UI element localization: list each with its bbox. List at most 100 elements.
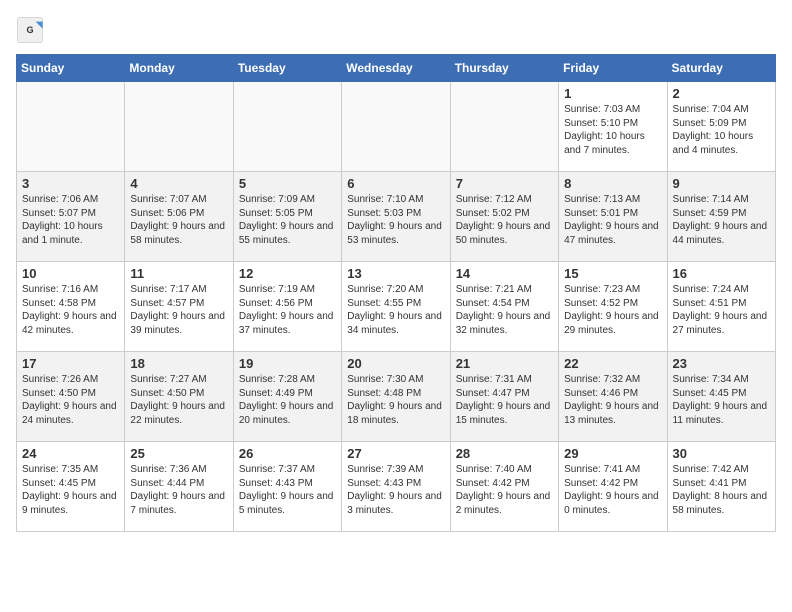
day-number: 22 <box>564 356 661 371</box>
calendar-day: 18Sunrise: 7:27 AM Sunset: 4:50 PM Dayli… <box>125 352 233 442</box>
calendar-body: 1 Sunrise: 7:03 AM Sunset: 5:10 PM Daylig… <box>17 82 776 532</box>
calendar-day: 17 Sunrise: 7:26 AM Sunset: 4:50 PM Dayli… <box>17 352 125 442</box>
day-info: Sunrise: 7:24 AM Sunset: 4:51 PM Dayligh… <box>673 283 770 337</box>
calendar-day <box>342 82 450 172</box>
calendar-day: 13 Sunrise: 7:20 AM Sunset: 4:55 PM Dayli… <box>342 262 450 352</box>
day-info: Sunrise: 7:21 AM Sunset: 4:54 PM Dayligh… <box>456 283 553 337</box>
day-info: Sunrise: 7:04 AM Sunset: 5:09 PM Dayligh… <box>673 103 770 157</box>
page-header: G <box>16 16 776 44</box>
day-info: Sunrise: 7:39 AM Sunset: 4:43 PM Dayligh… <box>347 463 444 517</box>
calendar-day: 28 Sunrise: 7:40 AM Sunset: 4:42 PM Dayli… <box>450 442 558 532</box>
calendar-day: 1 Sunrise: 7:03 AM Sunset: 5:10 PM Daylig… <box>559 82 667 172</box>
day-number: 23 <box>673 356 770 371</box>
day-info: Sunrise: 7:27 AM Sunset: 4:50 PM Dayligh… <box>130 373 227 427</box>
day-info: Sunrise: 7:09 AM Sunset: 5:05 PM Dayligh… <box>239 193 336 247</box>
day-number: 21 <box>456 356 553 371</box>
day-info: Sunrise: 7:16 AM Sunset: 4:58 PM Dayligh… <box>22 283 119 337</box>
day-number: 30 <box>673 446 770 461</box>
calendar-day: 23Sunrise: 7:34 AM Sunset: 4:45 PM Dayli… <box>667 352 775 442</box>
calendar-day: 15Sunrise: 7:23 AM Sunset: 4:52 PM Dayli… <box>559 262 667 352</box>
calendar-day: 20 Sunrise: 7:30 AM Sunset: 4:48 PM Dayli… <box>342 352 450 442</box>
calendar-week-row: 3 Sunrise: 7:06 AM Sunset: 5:07 PM Daylig… <box>17 172 776 262</box>
day-number: 28 <box>456 446 553 461</box>
calendar-week-row: 17 Sunrise: 7:26 AM Sunset: 4:50 PM Dayli… <box>17 352 776 442</box>
day-info: Sunrise: 7:10 AM Sunset: 5:03 PM Dayligh… <box>347 193 444 247</box>
day-number: 2 <box>673 86 770 101</box>
calendar-day <box>233 82 341 172</box>
calendar-day: 10 Sunrise: 7:16 AM Sunset: 4:58 PM Dayli… <box>17 262 125 352</box>
day-number: 6 <box>347 176 444 191</box>
calendar-day: 26 Sunrise: 7:37 AM Sunset: 4:43 PM Dayli… <box>233 442 341 532</box>
day-number: 1 <box>564 86 661 101</box>
day-info: Sunrise: 7:40 AM Sunset: 4:42 PM Dayligh… <box>456 463 553 517</box>
day-number: 4 <box>130 176 227 191</box>
calendar-day: 6 Sunrise: 7:10 AM Sunset: 5:03 PM Daylig… <box>342 172 450 262</box>
day-info: Sunrise: 7:36 AM Sunset: 4:44 PM Dayligh… <box>130 463 227 517</box>
day-info: Sunrise: 7:03 AM Sunset: 5:10 PM Dayligh… <box>564 103 661 157</box>
day-info: Sunrise: 7:31 AM Sunset: 4:47 PM Dayligh… <box>456 373 553 427</box>
day-info: Sunrise: 7:23 AM Sunset: 4:52 PM Dayligh… <box>564 283 661 337</box>
logo: G <box>16 16 48 44</box>
day-info: Sunrise: 7:07 AM Sunset: 5:06 PM Dayligh… <box>130 193 227 247</box>
day-info: Sunrise: 7:17 AM Sunset: 4:57 PM Dayligh… <box>130 283 227 337</box>
weekday-header: Monday <box>125 55 233 82</box>
calendar-day: 22Sunrise: 7:32 AM Sunset: 4:46 PM Dayli… <box>559 352 667 442</box>
calendar-day <box>125 82 233 172</box>
calendar-day: 8 Sunrise: 7:13 AM Sunset: 5:01 PM Daylig… <box>559 172 667 262</box>
calendar-day: 2 Sunrise: 7:04 AM Sunset: 5:09 PM Daylig… <box>667 82 775 172</box>
day-number: 26 <box>239 446 336 461</box>
day-number: 29 <box>564 446 661 461</box>
calendar-week-row: 24 Sunrise: 7:35 AM Sunset: 4:45 PM Dayli… <box>17 442 776 532</box>
day-number: 13 <box>347 266 444 281</box>
day-info: Sunrise: 7:13 AM Sunset: 5:01 PM Dayligh… <box>564 193 661 247</box>
day-info: Sunrise: 7:28 AM Sunset: 4:49 PM Dayligh… <box>239 373 336 427</box>
calendar-header: SundayMondayTuesdayWednesdayThursdayFrid… <box>17 55 776 82</box>
day-number: 19 <box>239 356 336 371</box>
logo-icon: G <box>16 16 44 44</box>
day-number: 8 <box>564 176 661 191</box>
day-number: 27 <box>347 446 444 461</box>
calendar-day <box>450 82 558 172</box>
day-info: Sunrise: 7:19 AM Sunset: 4:56 PM Dayligh… <box>239 283 336 337</box>
weekday-header: Friday <box>559 55 667 82</box>
day-number: 16 <box>673 266 770 281</box>
day-number: 17 <box>22 356 119 371</box>
calendar-day: 9Sunrise: 7:14 AM Sunset: 4:59 PM Daylig… <box>667 172 775 262</box>
weekday-header: Thursday <box>450 55 558 82</box>
day-number: 24 <box>22 446 119 461</box>
weekday-header: Sunday <box>17 55 125 82</box>
calendar-day: 12 Sunrise: 7:19 AM Sunset: 4:56 PM Dayli… <box>233 262 341 352</box>
calendar-day: 21 Sunrise: 7:31 AM Sunset: 4:47 PM Dayli… <box>450 352 558 442</box>
day-number: 20 <box>347 356 444 371</box>
day-number: 14 <box>456 266 553 281</box>
calendar-week-row: 10 Sunrise: 7:16 AM Sunset: 4:58 PM Dayli… <box>17 262 776 352</box>
calendar-day: 16 Sunrise: 7:24 AM Sunset: 4:51 PM Dayli… <box>667 262 775 352</box>
day-info: Sunrise: 7:35 AM Sunset: 4:45 PM Dayligh… <box>22 463 119 517</box>
calendar-day: 4 Sunrise: 7:07 AM Sunset: 5:06 PM Daylig… <box>125 172 233 262</box>
weekday-header: Tuesday <box>233 55 341 82</box>
weekday-header: Wednesday <box>342 55 450 82</box>
calendar-day: 27 Sunrise: 7:39 AM Sunset: 4:43 PM Dayli… <box>342 442 450 532</box>
day-number: 10 <box>22 266 119 281</box>
calendar-day: 14 Sunrise: 7:21 AM Sunset: 4:54 PM Dayli… <box>450 262 558 352</box>
calendar-day: 3 Sunrise: 7:06 AM Sunset: 5:07 PM Daylig… <box>17 172 125 262</box>
calendar-day: 25 Sunrise: 7:36 AM Sunset: 4:44 PM Dayli… <box>125 442 233 532</box>
day-number: 25 <box>130 446 227 461</box>
day-info: Sunrise: 7:20 AM Sunset: 4:55 PM Dayligh… <box>347 283 444 337</box>
calendar-day: 19 Sunrise: 7:28 AM Sunset: 4:49 PM Dayli… <box>233 352 341 442</box>
day-info: Sunrise: 7:06 AM Sunset: 5:07 PM Dayligh… <box>22 193 119 247</box>
calendar-day: 5Sunrise: 7:09 AM Sunset: 5:05 PM Daylig… <box>233 172 341 262</box>
day-number: 12 <box>239 266 336 281</box>
day-info: Sunrise: 7:12 AM Sunset: 5:02 PM Dayligh… <box>456 193 553 247</box>
day-number: 3 <box>22 176 119 191</box>
day-info: Sunrise: 7:26 AM Sunset: 4:50 PM Dayligh… <box>22 373 119 427</box>
header-row: SundayMondayTuesdayWednesdayThursdayFrid… <box>17 55 776 82</box>
day-info: Sunrise: 7:37 AM Sunset: 4:43 PM Dayligh… <box>239 463 336 517</box>
day-number: 7 <box>456 176 553 191</box>
day-info: Sunrise: 7:41 AM Sunset: 4:42 PM Dayligh… <box>564 463 661 517</box>
day-info: Sunrise: 7:14 AM Sunset: 4:59 PM Dayligh… <box>673 193 770 247</box>
day-info: Sunrise: 7:30 AM Sunset: 4:48 PM Dayligh… <box>347 373 444 427</box>
calendar-week-row: 1 Sunrise: 7:03 AM Sunset: 5:10 PM Daylig… <box>17 82 776 172</box>
calendar-day: 30 Sunrise: 7:42 AM Sunset: 4:41 PM Dayli… <box>667 442 775 532</box>
day-info: Sunrise: 7:42 AM Sunset: 4:41 PM Dayligh… <box>673 463 770 517</box>
